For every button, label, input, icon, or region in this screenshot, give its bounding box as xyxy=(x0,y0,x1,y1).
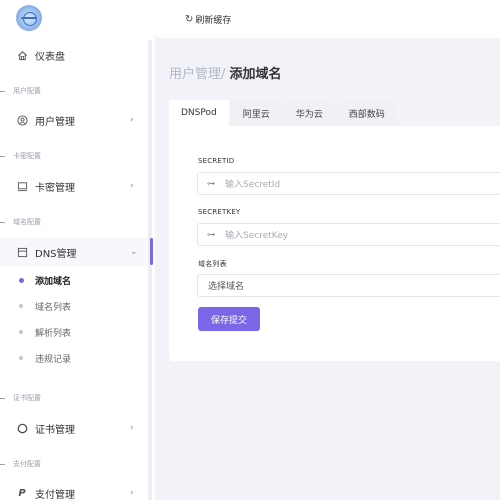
bullet-dot xyxy=(19,304,23,308)
refresh-label: 刷新缓存 xyxy=(195,16,232,26)
sidebar-sub-record-list[interactable]: 解析列表 xyxy=(0,320,148,344)
user-circle-icon xyxy=(16,114,28,126)
sidebar-item-dashboard[interactable]: 仪表盘 xyxy=(0,40,148,70)
page-title-current: 添加域名 xyxy=(229,67,282,82)
sidebar-item-dns-manage[interactable]: DNS管理 ⌄ xyxy=(0,237,148,267)
chevron-down-icon: ⌄ xyxy=(130,247,138,257)
chevron-right-icon: › xyxy=(130,488,134,498)
domain-select[interactable]: 选择域名 xyxy=(197,274,500,297)
sidebar-sub-add-domain[interactable]: 添加域名 xyxy=(0,268,148,292)
section-user: 用户配置 xyxy=(0,86,41,96)
page-title: 用户管理/ 添加域名 xyxy=(169,63,282,82)
secretid-label: SECRETID xyxy=(198,157,235,165)
section-pay: 支付配置 xyxy=(0,459,41,469)
domain-list-label: 域名列表 xyxy=(198,260,227,268)
section-cert: 证书配置 xyxy=(0,393,41,403)
refresh-cache-button[interactable]: ↻ 刷新缓存 xyxy=(185,13,231,26)
sidebar-sub-label: 违规记录 xyxy=(35,354,72,365)
chevron-right-icon: › xyxy=(130,181,134,191)
secretkey-placeholder: 输入SecretKey xyxy=(225,231,289,241)
sidebar-sub-domain-list[interactable]: 域名列表 xyxy=(0,294,148,318)
bullet-dot xyxy=(19,277,24,283)
sidebar-scrollbar[interactable] xyxy=(148,40,152,500)
sidebar-item-label: 仪表盘 xyxy=(35,51,65,63)
section-label: 证书配置 xyxy=(13,394,41,402)
browser-window-icon xyxy=(16,246,28,258)
home-icon xyxy=(16,49,28,61)
sidebar-item-label: DNS管理 xyxy=(35,248,77,260)
form-card: DNSPod 阿里云 华为云 西部数码 SECRETID ⊶ 输入SecretI… xyxy=(169,100,500,361)
secretkey-label: SECRETKEY xyxy=(198,208,241,216)
tab-dnspod[interactable]: DNSPod xyxy=(169,100,229,126)
monitor-icon xyxy=(16,180,28,192)
secretid-placeholder: 输入SecretId xyxy=(225,180,281,190)
key-icon: ⊶ xyxy=(207,230,215,239)
tab-huaweicloud[interactable]: 华为云 xyxy=(283,100,335,126)
sidebar: 仪表盘 用户配置 用户管理 › 卡密配置 卡密管理 › 域名配置 DNS管理 ⌄… xyxy=(0,0,155,500)
bullet-dot xyxy=(19,356,23,360)
tab-west[interactable]: 西部数码 xyxy=(336,100,397,126)
tab-aliyun[interactable]: 阿里云 xyxy=(230,100,282,126)
top-bar: ↻ 刷新缓存 xyxy=(155,0,500,38)
sidebar-item-label: 用户管理 xyxy=(35,116,75,128)
sidebar-sub-label: 添加域名 xyxy=(35,276,72,287)
secretkey-input[interactable]: ⊶ 输入SecretKey xyxy=(197,223,500,246)
sidebar-item-user-manage[interactable]: 用户管理 › xyxy=(0,105,148,135)
sidebar-item-label: 支付管理 xyxy=(35,489,75,500)
bullet-dot xyxy=(19,330,23,334)
secretid-input[interactable]: ⊶ 输入SecretId xyxy=(197,172,500,195)
tabs: DNSPod 阿里云 华为云 西部数码 xyxy=(169,100,399,126)
circle-icon xyxy=(16,422,28,434)
key-icon: ⊶ xyxy=(207,179,215,188)
logo xyxy=(16,5,42,31)
section-domain: 域名配置 xyxy=(0,217,41,227)
sidebar-item-pay-manage[interactable]: P 支付管理 › xyxy=(0,478,148,500)
section-label: 域名配置 xyxy=(13,218,41,226)
section-label: 支付配置 xyxy=(13,460,41,468)
paypal-icon: P xyxy=(18,487,26,499)
breadcrumb: 用户管理/ xyxy=(169,67,226,82)
sidebar-item-label: 卡密管理 xyxy=(35,182,75,194)
sidebar-item-label: 证书管理 xyxy=(35,424,75,436)
section-label: 用户配置 xyxy=(13,87,41,95)
sidebar-item-card-manage[interactable]: 卡密管理 › xyxy=(0,171,148,201)
sidebar-sub-label: 域名列表 xyxy=(35,302,72,313)
save-submit-button[interactable]: 保存提交 xyxy=(198,307,260,331)
section-card: 卡密配置 xyxy=(0,151,41,161)
domain-select-value: 选择域名 xyxy=(208,282,245,292)
sidebar-item-cert-manage[interactable]: 证书管理 › xyxy=(0,413,148,443)
chevron-right-icon: › xyxy=(130,423,134,433)
refresh-icon: ↻ xyxy=(185,14,194,25)
sidebar-sub-label: 解析列表 xyxy=(35,328,72,339)
section-label: 卡密配置 xyxy=(13,152,41,160)
active-indicator xyxy=(150,238,153,265)
sidebar-sub-violation-log[interactable]: 违规记录 xyxy=(0,346,148,370)
chevron-right-icon: › xyxy=(130,115,134,125)
